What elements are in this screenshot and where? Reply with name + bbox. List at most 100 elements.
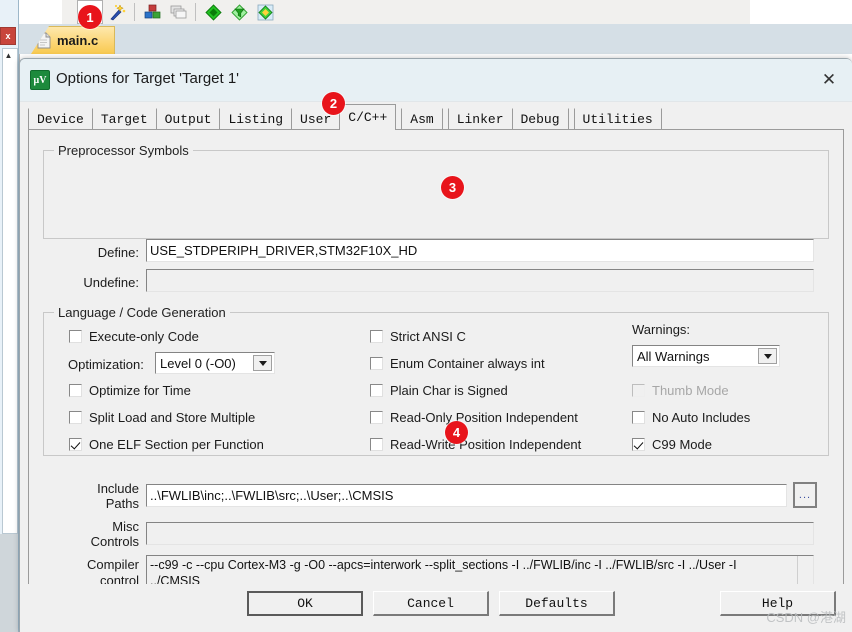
magic-wand-icon[interactable]	[105, 1, 129, 23]
annotation-badge-1: 1	[78, 5, 102, 29]
tab-asm[interactable]: Asm	[401, 108, 443, 130]
checkbox-optimize-for-time[interactable]: Optimize for Time	[69, 383, 191, 398]
left-sidebar-footer	[0, 534, 18, 632]
optimization-label: Optimization:	[68, 357, 144, 372]
tab-listing[interactable]: Listing	[219, 108, 293, 130]
screen: x ▲ main.c μV Options for Target 'Target…	[0, 0, 852, 632]
annotation-badge-3: 3	[441, 176, 464, 199]
ide-toolbar	[62, 0, 751, 25]
checkbox-thumb-mode[interactable]: Thumb Mode	[632, 383, 729, 398]
checkbox-execute-only-code[interactable]: Execute-only Code	[69, 329, 199, 344]
keil-uvision-icon: μV	[30, 70, 50, 90]
close-icon[interactable]: x	[0, 27, 16, 45]
checkbox-label: C99 Mode	[652, 437, 712, 452]
editor-tabstrip: main.c	[19, 24, 852, 55]
checkbox-label: Thumb Mode	[652, 383, 729, 398]
checkbox-box	[370, 384, 383, 397]
misc-controls-label-line1: Misc	[112, 519, 139, 534]
checkbox-label: Split Load and Store Multiple	[89, 410, 256, 425]
include-paths-label-line1: Include	[97, 481, 139, 496]
ok-button[interactable]: OK	[247, 591, 363, 616]
include-paths-browse-button[interactable]: ...	[793, 482, 817, 508]
tab-debug[interactable]: Debug	[511, 108, 569, 130]
scroll-up-icon[interactable]: ▲	[3, 50, 14, 61]
checkbox-box	[632, 411, 645, 424]
checkbox-read-only-position-independent[interactable]: Read-Only Position Independent	[370, 410, 578, 425]
checkbox-label: Read-Write Position Independent	[390, 437, 582, 452]
checkbox-read-write-position-independent[interactable]: Read-Write Position Independent	[370, 437, 581, 452]
dialog-titlebar: μV Options for Target 'Target 1' ✕	[20, 59, 852, 102]
checkbox-split-load-store[interactable]: Split Load and Store Multiple	[69, 410, 255, 425]
compiler-string-line-1: --c99 -c --cpu Cortex-M3 -g -O0 --apcs=i…	[150, 558, 737, 572]
checkbox-no-auto-includes[interactable]: No Auto Includes	[632, 410, 750, 425]
file-tab-main-c[interactable]: main.c	[31, 26, 116, 54]
checkbox-c99-mode[interactable]: C99 Mode	[632, 437, 712, 452]
checkbox-label: No Auto Includes	[652, 410, 751, 425]
green-funnel-icon[interactable]	[227, 1, 251, 23]
language-codegen-group-title: Language / Code Generation	[54, 305, 230, 320]
options-dialog: μV Options for Target 'Target 1' ✕ Devic…	[19, 58, 852, 632]
warnings-select[interactable]: All Warnings	[632, 345, 780, 367]
tab-target[interactable]: Target	[91, 108, 157, 130]
checkbox-box	[69, 438, 82, 451]
tab-output[interactable]: Output	[155, 108, 221, 130]
dialog-footer: OK Cancel Defaults Help	[20, 584, 852, 632]
file-tab-label: main.c	[57, 33, 99, 48]
checkbox-box	[370, 438, 383, 451]
undefine-input[interactable]	[146, 269, 814, 292]
dialog-close-icon[interactable]: ✕	[816, 67, 842, 93]
toolbar-separator-2	[195, 3, 196, 21]
checkbox-label: One ELF Section per Function	[89, 437, 264, 452]
checkbox-plain-char-signed[interactable]: Plain Char is Signed	[370, 383, 508, 398]
preprocessor-group: Preprocessor Symbols	[43, 143, 829, 239]
checkbox-box	[69, 330, 82, 343]
tab-c-cpp[interactable]: C/C++	[339, 104, 397, 130]
misc-controls-input[interactable]	[146, 522, 814, 545]
checkbox-one-elf-section[interactable]: One ELF Section per Function	[69, 437, 264, 452]
toolbar-separator	[134, 3, 135, 21]
define-label: Define:	[97, 245, 139, 260]
checkbox-strict-ansi-c[interactable]: Strict ANSI C	[370, 329, 466, 344]
checkbox-box	[370, 411, 383, 424]
multi-project-icon[interactable]	[166, 1, 190, 23]
checkbox-label: Plain Char is Signed	[390, 383, 508, 398]
manage-components-icon[interactable]	[140, 1, 164, 23]
include-paths-label-line2: Paths	[105, 496, 139, 511]
checkbox-label: Optimize for Time	[89, 383, 191, 398]
chevron-down-icon[interactable]	[758, 348, 777, 364]
checkbox-label: Read-Only Position Independent	[390, 410, 578, 425]
toolbar-right-filler	[750, 0, 852, 24]
optimization-select[interactable]: Level 0 (-O0)	[155, 352, 275, 374]
include-paths-input[interactable]: ..\FWLIB\inc;..\FWLIB\src;..\User;..\CMS…	[146, 484, 787, 507]
checkbox-label: Execute-only Code	[89, 329, 199, 344]
warnings-label: Warnings:	[632, 322, 691, 337]
dialog-tabs: Device Target Output Listing User C/C++ …	[28, 104, 662, 130]
watermark: CSDN @港湖	[766, 610, 846, 625]
optimization-value: Level 0 (-O0)	[160, 355, 236, 371]
cancel-button[interactable]: Cancel	[373, 591, 489, 616]
checkbox-box	[632, 384, 645, 397]
preprocessor-group-title: Preprocessor Symbols	[54, 143, 193, 158]
checkbox-label: Strict ANSI C	[390, 329, 466, 344]
tab-utilities[interactable]: Utilities	[573, 108, 662, 130]
misc-controls-label-line2: Controls	[90, 534, 139, 549]
compiler-string-label-line1: Compiler	[86, 557, 139, 572]
c-document-icon	[37, 32, 51, 49]
warnings-value: All Warnings	[637, 348, 710, 364]
tab-linker[interactable]: Linker	[447, 108, 513, 130]
undefine-label: Undefine:	[83, 275, 139, 290]
chevron-down-icon[interactable]	[253, 355, 272, 371]
checkbox-box	[69, 411, 82, 424]
green-package-icon[interactable]	[253, 1, 277, 23]
annotation-badge-2: 2	[322, 92, 345, 115]
checkbox-enum-container-int[interactable]: Enum Container always int	[370, 356, 545, 371]
defaults-button[interactable]: Defaults	[499, 591, 615, 616]
annotation-badge-4: 4	[445, 421, 468, 444]
dialog-body: Preprocessor Symbols Define: USE_STDPERI…	[28, 129, 844, 629]
green-diamond-icon[interactable]	[201, 1, 225, 23]
checkbox-box	[69, 384, 82, 397]
checkbox-box	[632, 438, 645, 451]
left-sidebar-panel	[2, 48, 18, 534]
tab-device[interactable]: Device	[28, 108, 93, 130]
define-input[interactable]: USE_STDPERIPH_DRIVER,STM32F10X_HD	[146, 239, 814, 262]
